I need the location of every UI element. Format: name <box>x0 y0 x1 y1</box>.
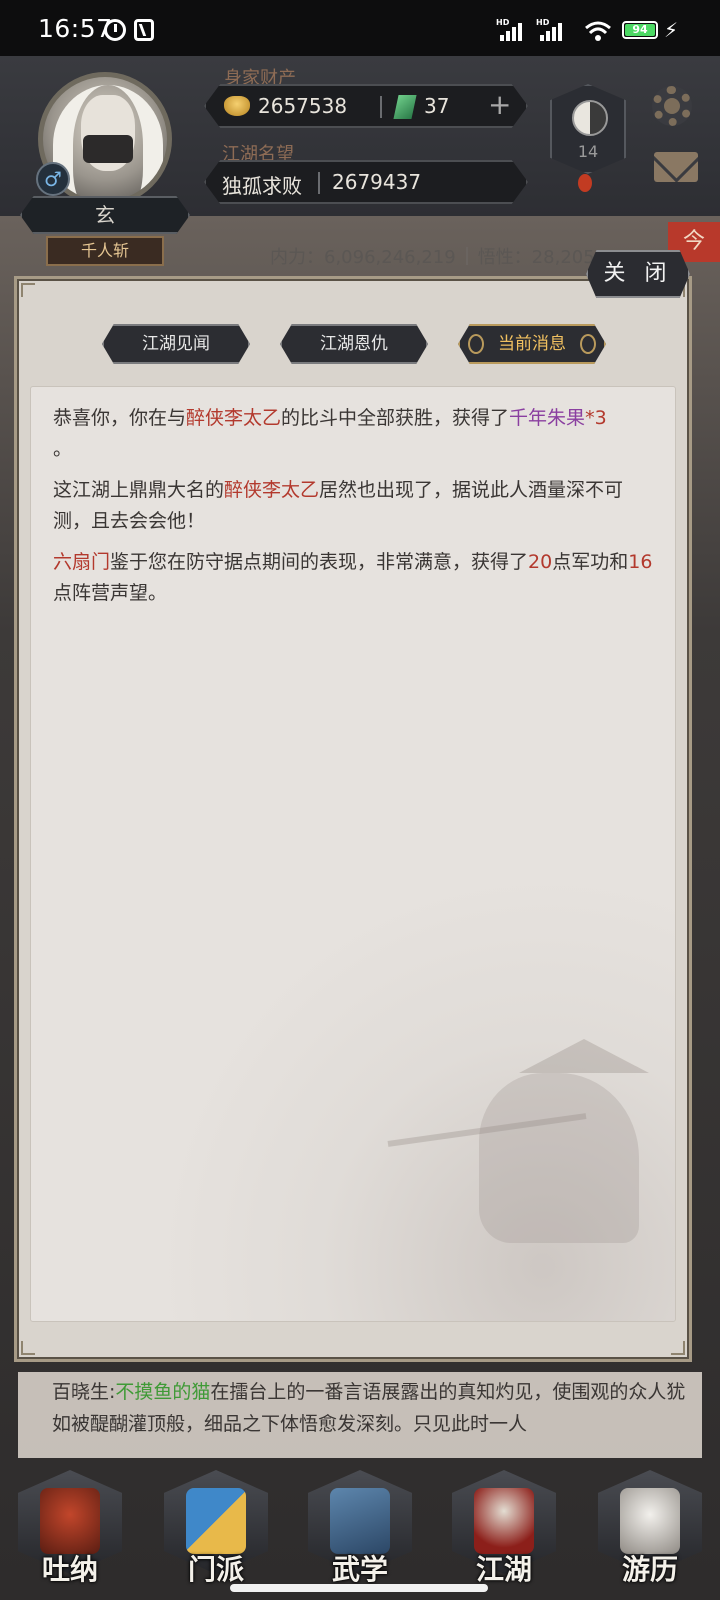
npc-name[interactable]: 醉侠李太乙 <box>186 407 281 429</box>
nav-menpai-label: 门派 <box>187 1553 244 1586</box>
tab-current-messages-label: 当前消息 <box>498 334 566 354</box>
item-name[interactable]: 千年朱果 <box>509 407 585 429</box>
battery-icon: 94 <box>622 21 658 39</box>
sect-flag-icon <box>186 1488 246 1554</box>
bamboo-hat-icon <box>474 1488 534 1554</box>
player-title[interactable]: 千人斩 <box>46 236 164 266</box>
neili-stat: 内力：6,096,246,219 <box>270 247 456 268</box>
charging-icon: ⚡ <box>664 18 679 42</box>
bottom-nav: 吐纳 门派 武学 江湖 游历 <box>0 1448 720 1600</box>
cloud-ornament-icon <box>468 334 484 354</box>
signal-icon-2 <box>540 21 570 41</box>
wealth-bar: 2657538 37 + <box>204 84 528 128</box>
fame-value: 2679437 <box>332 170 422 194</box>
nfc-icon <box>134 19 154 41</box>
add-currency-button[interactable]: + <box>488 88 511 121</box>
player-name: 玄 <box>20 196 190 234</box>
jade-amount: 37 <box>424 94 450 118</box>
nav-wuxue-label: 武学 <box>331 1553 388 1586</box>
fame-bar: 独孤求败 2679437 <box>204 160 528 204</box>
player-link[interactable]: 不摸鱼的猫 <box>115 1381 210 1403</box>
gold-ingot-icon <box>224 96 250 116</box>
home-indicator[interactable] <box>230 1584 488 1592</box>
gear-icon[interactable] <box>652 86 692 126</box>
nav-jianghu-label: 江湖 <box>475 1553 532 1586</box>
nav-youli-label: 游历 <box>621 1553 678 1586</box>
nav-tuna-label: 吐纳 <box>41 1553 98 1586</box>
fame-title: 独孤求败 <box>222 174 302 198</box>
wifi-icon <box>585 21 611 41</box>
tab-jianghu-feud[interactable]: 江湖恩仇 <box>280 324 428 364</box>
npc-name[interactable]: 醉侠李太乙 <box>224 479 319 501</box>
message-item: 六扇门鉴于您在防守据点期间的表现，非常满意，获得了20点军功和16点阵营声望。 <box>53 551 653 604</box>
horse-icon <box>620 1488 680 1554</box>
stats-line: 内力：6,096,246,219 悟性：28,205,073 <box>270 243 640 269</box>
message-panel[interactable]: 恭喜你，你在与醉侠李太乙的比斗中全部获胜，获得了千年朱果*3。 这江湖上鼎鼎大名… <box>30 386 676 1322</box>
gold-amount: 2657538 <box>258 94 348 118</box>
status-time: 16:57 <box>38 14 113 43</box>
cloud-ornament-icon <box>580 334 596 354</box>
message-item: 恭喜你，你在与醉侠李太乙的比斗中全部获胜，获得了千年朱果*3。 <box>53 407 607 460</box>
meditation-icon <box>40 1488 100 1554</box>
martial-book-icon <box>330 1488 390 1554</box>
jade-icon <box>393 95 417 119</box>
mail-icon[interactable] <box>654 152 698 182</box>
taiji-badge[interactable]: 14 <box>550 84 626 174</box>
signal-icon-1 <box>500 21 530 41</box>
taiji-level: 14 <box>577 142 599 161</box>
status-bar: 16:57 HD HD 94 ⚡ <box>0 0 720 56</box>
battery-level: 94 <box>625 24 655 36</box>
alarm-icon <box>104 19 126 41</box>
taiji-icon <box>572 100 608 136</box>
message-item: 这江湖上鼎鼎大名的醉侠李太乙居然也出现了，据说此人酒量深不可测，且去会会他！ <box>53 479 624 532</box>
news-ticker: 百晓生:不摸鱼的猫在擂台上的一番言语展露出的真知灼见，使围观的众人犹如被醍醐灌顶… <box>18 1372 702 1458</box>
tab-jianghu-news[interactable]: 江湖见闻 <box>102 324 250 364</box>
gender-male-icon: ♂ <box>36 162 70 196</box>
close-button[interactable]: 关 闭 <box>586 250 690 298</box>
tassel-icon <box>578 174 592 192</box>
faction-name[interactable]: 六扇门 <box>53 551 110 573</box>
tab-current-messages[interactable]: 当前消息 <box>458 324 606 364</box>
